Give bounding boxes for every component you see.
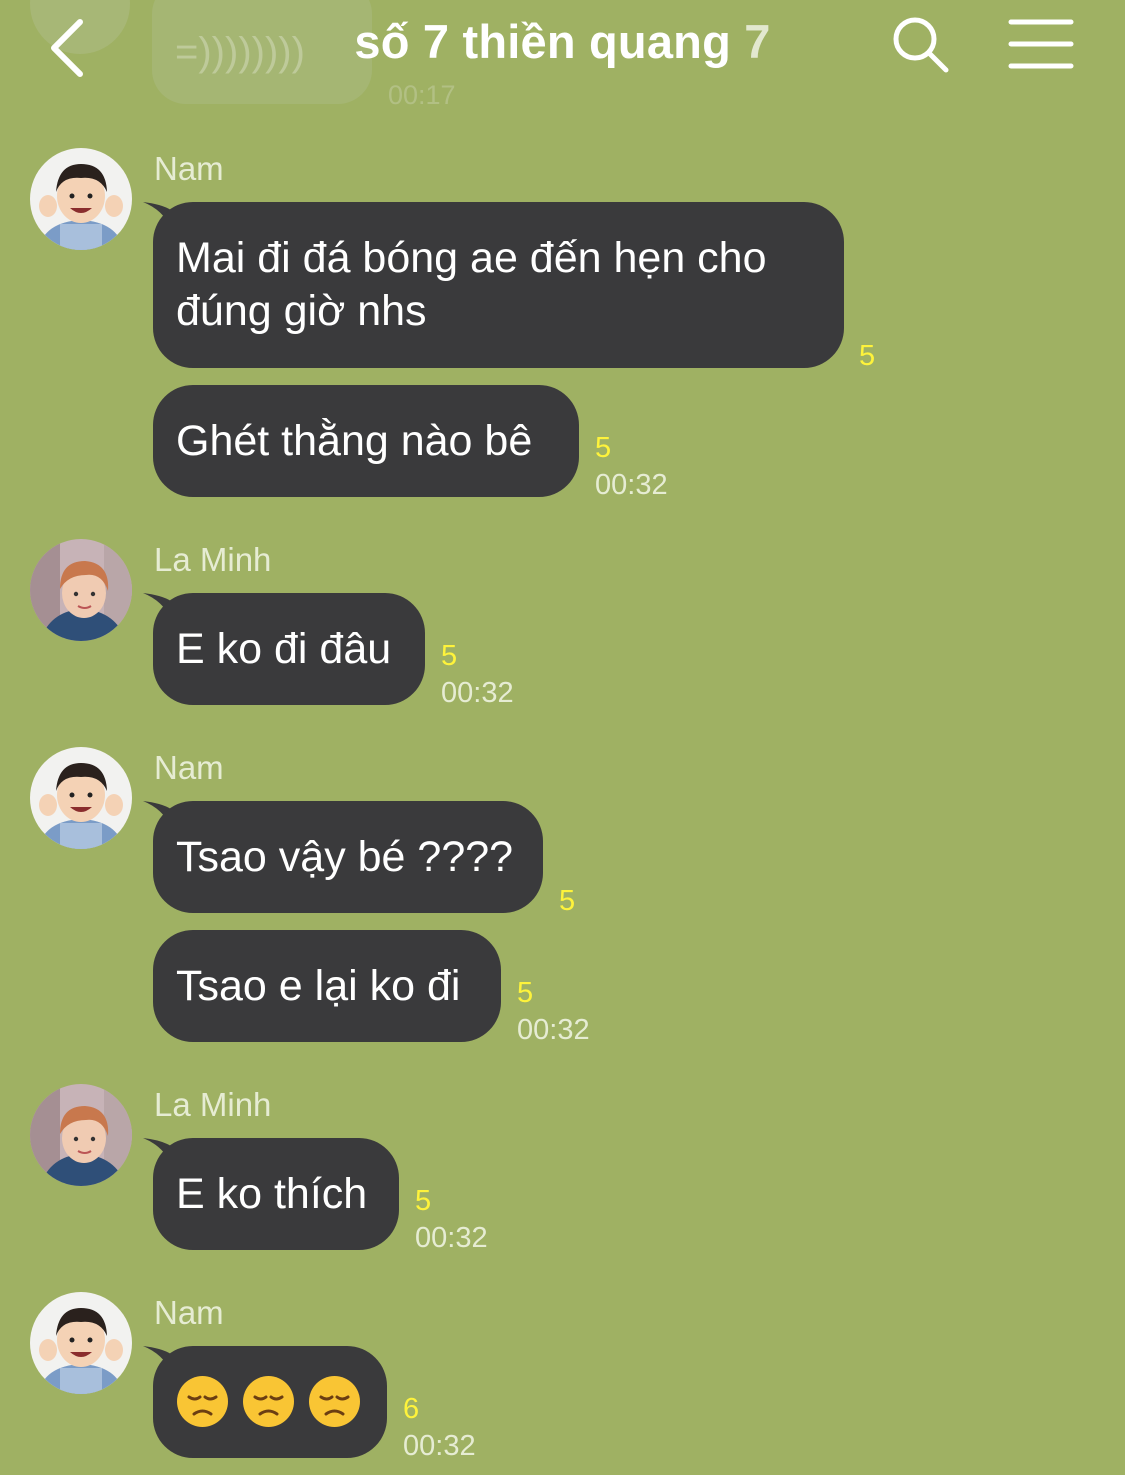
chat-title-name: số 7 thiền quang (354, 15, 731, 68)
message-text: E ko đi đâu (176, 625, 392, 673)
read-count: 5 (559, 885, 576, 917)
message-time: 00:32 (415, 1222, 488, 1254)
chat-header: số 7 thiền quang 7 (0, 0, 1125, 110)
sender-name: La Minh (154, 1086, 272, 1123)
avatar-la-minh[interactable] (30, 539, 132, 641)
sender-name: Nam (154, 150, 224, 187)
avatar-nam[interactable] (30, 148, 132, 250)
message-bubble[interactable]: E ko đi đâu (153, 593, 425, 705)
message-time: 00:32 (403, 1430, 476, 1462)
message-bubble[interactable]: Tsao e lại ko đi (153, 930, 501, 1042)
message-time: 00:32 (517, 1014, 590, 1046)
message-time: 00:32 (441, 677, 514, 709)
sender-name: Nam (154, 749, 224, 786)
avatar-la-minh[interactable] (30, 1084, 132, 1186)
hamburger-menu-icon (1008, 19, 1074, 69)
chat-title: số 7 thiền quang 7 (0, 14, 1125, 69)
message-bubble[interactable]: Mai đi đá bóng ae đến hẹn cho đúng giờ n… (153, 202, 844, 368)
message-text: Mai đi đá bóng ae đến hẹn cho đúng giờ n… (176, 234, 767, 335)
disappointed-face-icon (309, 1376, 360, 1427)
message-bubble[interactable] (153, 1346, 387, 1458)
message-text: Tsao e lại ko đi (176, 962, 461, 1010)
disappointed-face-icon (243, 1376, 294, 1427)
search-button[interactable] (888, 12, 954, 78)
message-time: 00:32 (595, 469, 668, 501)
read-count: 5 (517, 977, 534, 1009)
read-count: 5 (415, 1185, 432, 1217)
read-count: 6 (403, 1393, 420, 1425)
message-text: Tsao vậy bé ???? (176, 833, 514, 881)
member-count: 7 (744, 15, 771, 68)
sender-name: La Minh (154, 541, 272, 578)
sender-name: Nam (154, 1294, 224, 1331)
message-bubble[interactable]: E ko thích (153, 1138, 399, 1250)
message-bubble[interactable]: Tsao vậy bé ???? (153, 801, 543, 913)
menu-button[interactable] (1005, 14, 1079, 74)
read-count: 5 (595, 432, 612, 464)
read-count: 5 (859, 340, 876, 372)
avatar-nam[interactable] (30, 1292, 132, 1394)
emoji-row (176, 1375, 365, 1428)
avatar-nam[interactable] (30, 747, 132, 849)
message-text: E ko thích (176, 1170, 368, 1218)
message-text: Ghét thằng nào bê (176, 417, 533, 465)
search-icon (893, 17, 949, 73)
disappointed-face-icon (177, 1376, 228, 1427)
read-count: 5 (441, 640, 458, 672)
message-bubble[interactable]: Ghét thằng nào bê (153, 385, 579, 497)
